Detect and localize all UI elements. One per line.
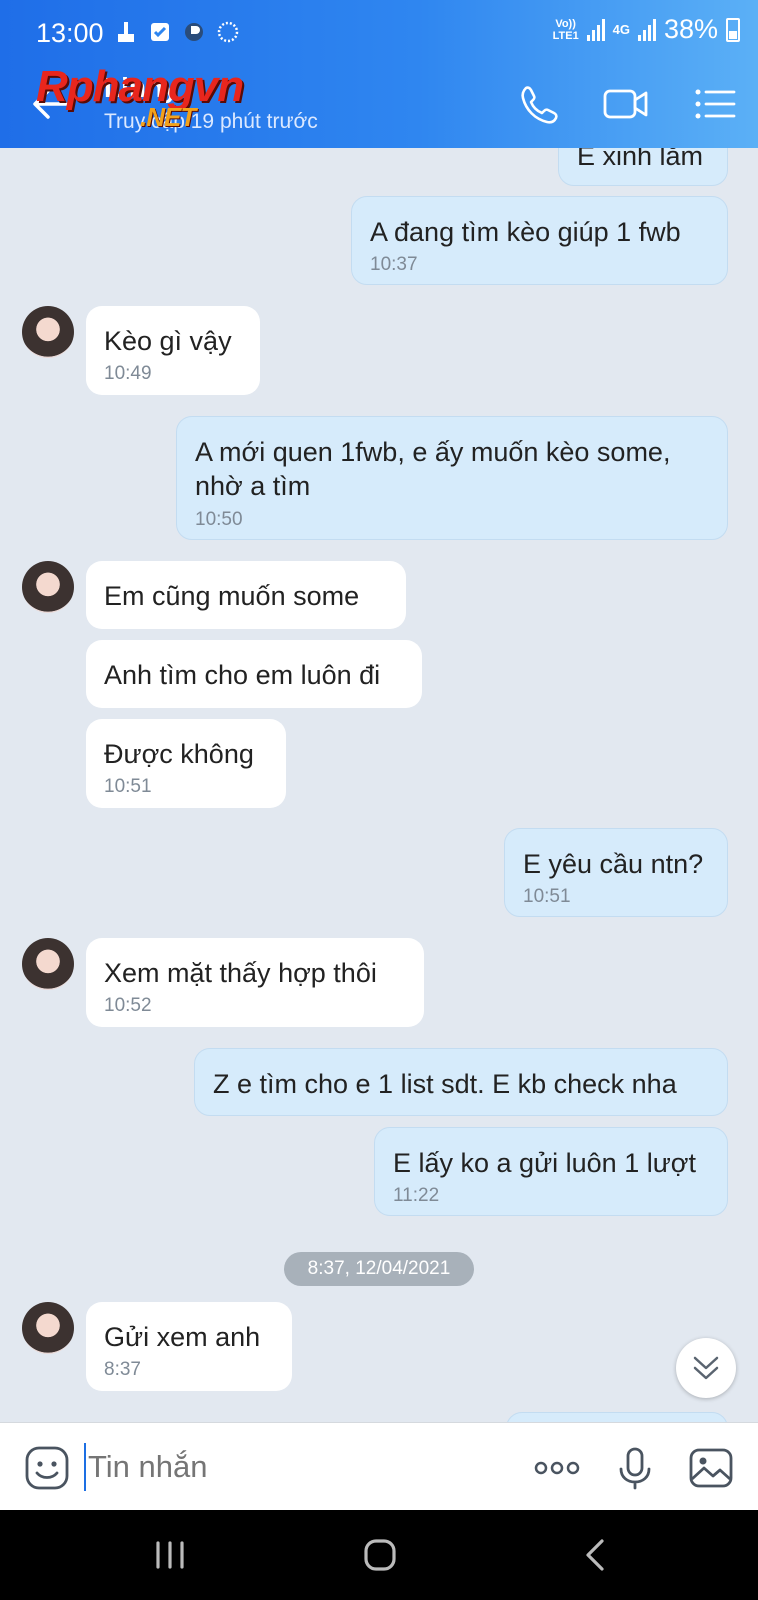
message-time: 10:50 [195, 509, 243, 530]
message-text: E yêu cầu ntn? [523, 849, 704, 879]
message-bubble-outgoing[interactable]: Z e tìm cho e 1 list sdt. E kb check nha [194, 1048, 728, 1116]
battery-percent: 38% [663, 14, 718, 44]
status-time: 13:00 [36, 18, 104, 48]
message-time: 10:52 [104, 995, 152, 1016]
message-bubble-outgoing[interactable]: A mới quen 1fwb, e ấy muốn kèo some, nhờ… [176, 416, 728, 540]
app-header: 13:00 Vo)) LTE1 4G 38% Linny Truy cập 19… [0, 0, 758, 148]
checkbox-icon [151, 23, 169, 41]
message-list[interactable]: E xinh lắm A đang tìm kèo giúp 1 fwb 10:… [0, 148, 758, 1422]
message-time: 10:51 [523, 886, 571, 907]
date-separator: 8:37, 12/04/2021 [284, 1252, 474, 1286]
conversation-header: Linny Truy cập 19 phút trước Rphangvn .N… [0, 60, 758, 148]
message-time: 10:37 [370, 254, 418, 275]
video-call-icon[interactable] [602, 82, 650, 126]
message-text: Xem mặt thấy hợp thôi [104, 958, 377, 988]
message-bubble-incoming[interactable]: Anh tìm cho em luôn đi [86, 640, 422, 708]
loading-icon [217, 21, 239, 43]
message-time: 10:51 [104, 776, 152, 797]
watermark-suffix: .NET [140, 102, 196, 132]
contact-avatar[interactable] [22, 1302, 74, 1354]
contact-avatar[interactable] [22, 306, 74, 358]
message-text: E lấy ko a gửi luôn 1 lượt [393, 1148, 696, 1178]
message-text: E xinh lắm [577, 148, 704, 171]
volte-label: Vo)) LTE1 [552, 17, 579, 42]
message-input[interactable] [84, 1443, 504, 1491]
message-text: Z e tìm cho e 1 list sdt. E kb check nha [213, 1069, 677, 1099]
image-gallery-icon[interactable] [688, 1445, 734, 1491]
message-bubble-outgoing[interactable]: E lấy ko a gửi luôn 1 lượt 11:22 [374, 1127, 728, 1216]
message-text: A đang tìm kèo giúp 1 fwb [370, 217, 681, 247]
recent-apps-icon[interactable] [150, 1535, 190, 1575]
system-back-icon[interactable] [576, 1535, 616, 1575]
signal-icon [586, 18, 605, 41]
message-time: 8:37 [104, 1359, 141, 1380]
message-text-line2: nhờ a tìm [195, 471, 311, 501]
home-icon[interactable] [360, 1535, 400, 1575]
message-bubble-incoming[interactable]: Được không 10:51 [86, 719, 286, 808]
contact-avatar[interactable] [22, 561, 74, 613]
message-bubble-incoming[interactable]: Gửi xem anh 8:37 [86, 1302, 292, 1391]
cleaner-icon [118, 22, 134, 42]
message-bubble-outgoing-partial[interactable] [506, 1412, 728, 1422]
message-bubble-outgoing[interactable]: E xinh lắm [558, 148, 728, 186]
system-navigation-bar [0, 1510, 758, 1600]
microphone-icon[interactable] [612, 1445, 658, 1491]
message-text: Em cũng muốn some [104, 581, 360, 611]
message-text: Kèo gì vậy [104, 326, 232, 356]
message-text: A mới quen 1fwb, e ấy muốn kèo some, [195, 437, 671, 467]
message-bubble-incoming[interactable]: Xem mặt thấy hợp thôi 10:52 [86, 938, 424, 1027]
watermark-logo: Rphangvn .NET [36, 62, 244, 132]
message-composer [0, 1422, 758, 1510]
message-bubble-outgoing[interactable]: A đang tìm kèo giúp 1 fwb 10:37 [351, 196, 728, 285]
emoji-sticker-icon[interactable] [24, 1445, 70, 1491]
notification-icons [114, 20, 240, 44]
contact-avatar[interactable] [22, 938, 74, 990]
signal-icon-2 [637, 18, 656, 41]
more-options-icon[interactable] [532, 1445, 582, 1491]
message-time: 11:22 [393, 1185, 440, 1206]
app-notification-icon [185, 23, 203, 41]
4g-label: 4G [612, 21, 630, 37]
scroll-to-bottom-button[interactable] [676, 1338, 736, 1398]
message-text: Gửi xem anh [104, 1322, 261, 1352]
message-bubble-outgoing[interactable]: E yêu cầu ntn? 10:51 [504, 828, 728, 917]
message-bubble-incoming[interactable]: Kèo gì vậy 10:49 [86, 306, 260, 395]
menu-list-icon[interactable] [694, 82, 736, 126]
message-bubble-incoming[interactable]: Em cũng muốn some [86, 561, 406, 629]
battery-icon [726, 17, 740, 42]
phone-call-icon[interactable] [516, 82, 560, 126]
double-chevron-down-icon [693, 1356, 719, 1380]
message-text: Được không [104, 739, 254, 769]
status-bar: 13:00 Vo)) LTE1 4G 38% [0, 0, 758, 60]
message-text: Anh tìm cho em luôn đi [104, 660, 381, 690]
last-seen-status: Truy cập 19 phút trước [104, 110, 318, 133]
message-time: 10:49 [104, 363, 152, 384]
status-right: Vo)) LTE1 4G 38% [553, 14, 740, 45]
